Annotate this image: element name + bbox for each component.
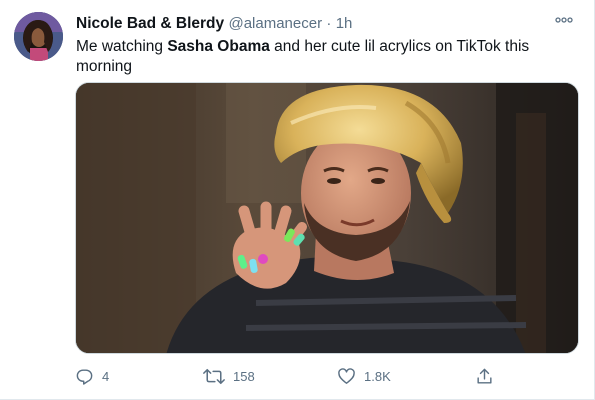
separator-dot: · (326, 15, 332, 32)
timestamp[interactable]: 1h (336, 15, 353, 32)
reply-count: 4 (102, 368, 110, 384)
tweet-text: Me watching Sasha Obama and her cute lil… (76, 37, 576, 77)
reply-icon (76, 368, 93, 385)
tweet-header: Nicole Bad & Blerdy @alamanecer · 1h (76, 14, 352, 33)
tweet-card[interactable]: Nicole Bad & Blerdy @alamanecer · 1h Me … (0, 0, 595, 400)
heart-icon (338, 367, 355, 384)
tweet-media-image[interactable] (75, 82, 579, 354)
tweet-action-bar: 4 158 1.8K (75, 364, 515, 388)
share-icon (477, 368, 492, 384)
user-handle[interactable]: @alamanecer (228, 15, 322, 32)
like-count: 1.8K (364, 368, 391, 384)
avatar-image (14, 12, 63, 61)
tweet-text-bold[interactable]: Sasha Obama (167, 38, 270, 55)
media-photo (76, 83, 578, 353)
tweet-text-before: Me watching (76, 38, 168, 55)
like-button[interactable]: 1.8K (337, 364, 391, 388)
display-name[interactable]: Nicole Bad & Blerdy (76, 15, 224, 32)
avatar[interactable] (14, 12, 63, 61)
retweet-button[interactable]: 158 (203, 364, 255, 388)
retweet-icon (203, 368, 225, 384)
more-options-icon (555, 17, 573, 23)
retweet-count: 158 (233, 368, 255, 384)
reply-button[interactable]: 4 (75, 364, 109, 388)
share-button[interactable] (475, 364, 494, 388)
more-options-button[interactable] (552, 10, 576, 30)
